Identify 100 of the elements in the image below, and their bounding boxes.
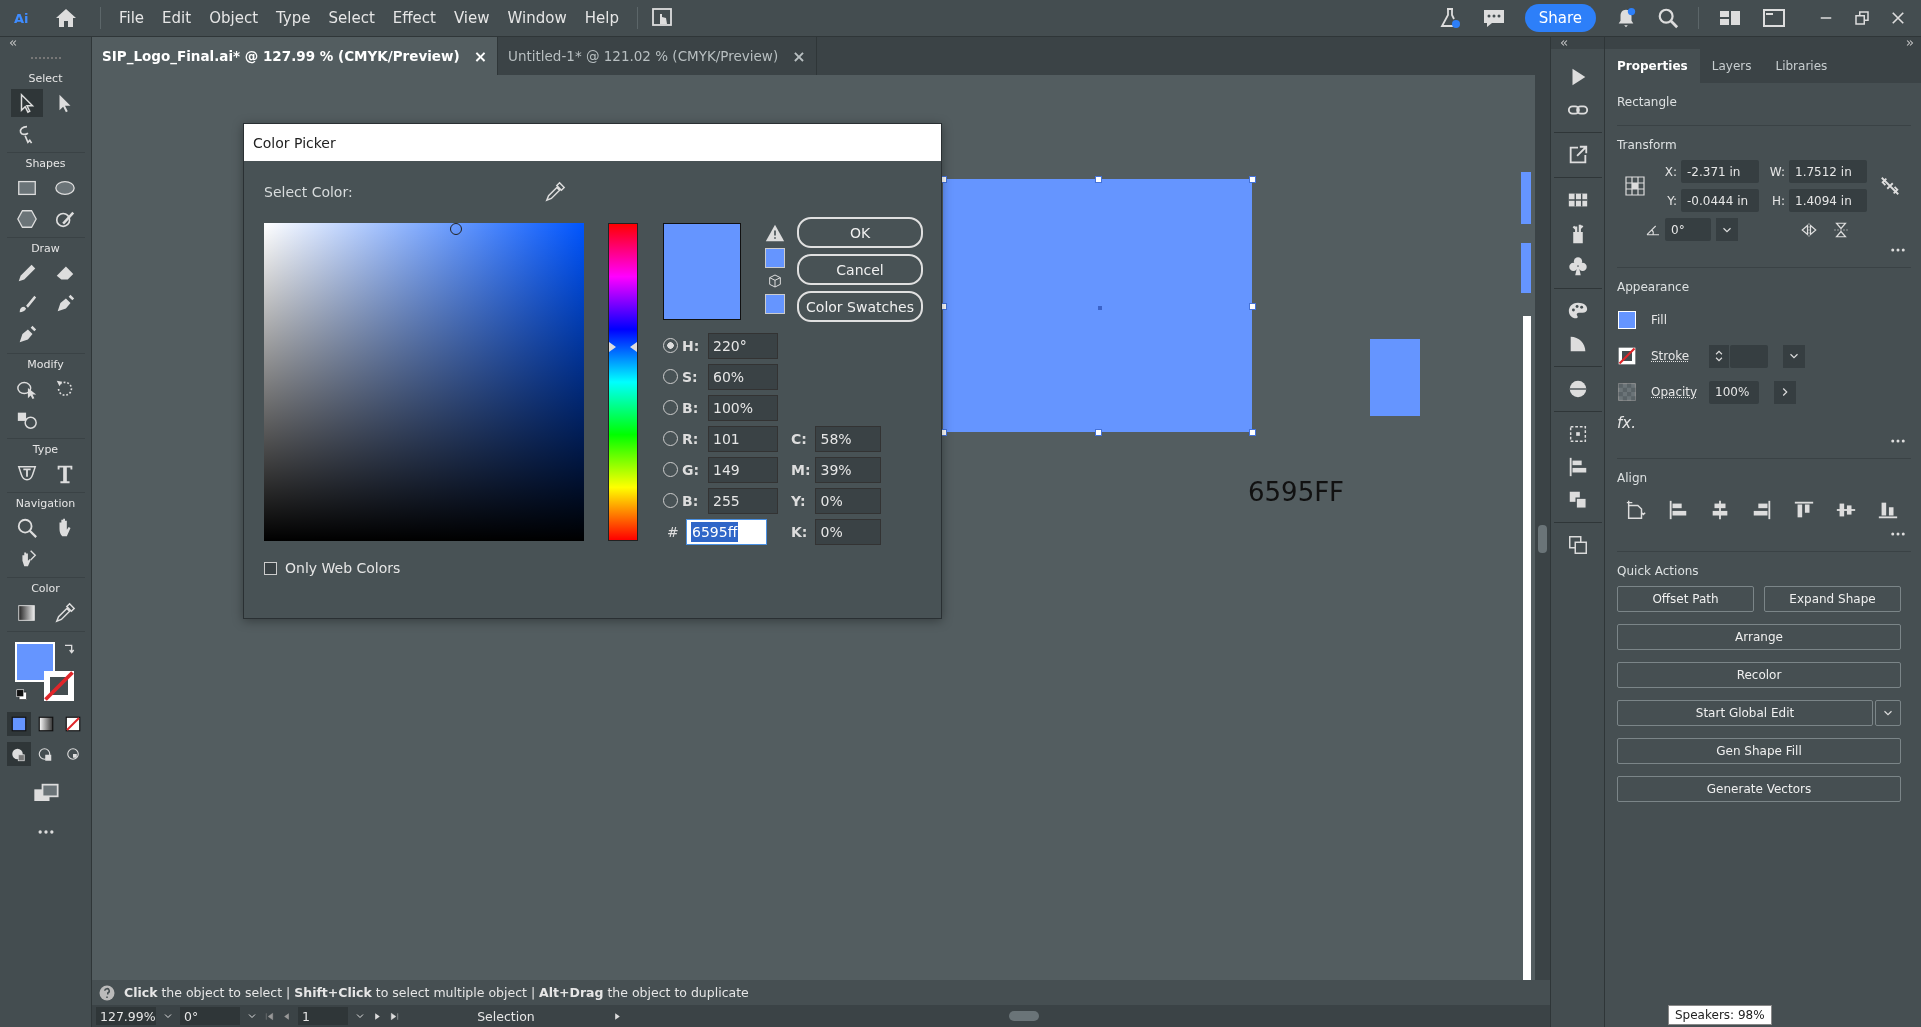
- club-icon[interactable]: [1566, 255, 1589, 277]
- section-title: Appearance: [1617, 280, 1691, 294]
- warning-icon[interactable]: [765, 223, 785, 243]
- value-field[interactable]: 0%: [815, 487, 881, 514]
- dialog-button[interactable]: Color Swatches: [797, 291, 923, 322]
- menu-item[interactable]: Type: [270, 9, 317, 27]
- first-icon[interactable]: [264, 1010, 275, 1022]
- quick-action-button[interactable]: Recolor: [1617, 662, 1901, 688]
- align-to-icon[interactable]: [1625, 499, 1647, 521]
- web-safe-swatch[interactable]: [765, 294, 785, 314]
- menu-item[interactable]: Effect: [386, 9, 442, 27]
- value-field[interactable]: 0%: [815, 518, 881, 545]
- checkbox-label[interactable]: Only Web Colors: [285, 560, 401, 576]
- quick-action-button[interactable]: Start Global Edit: [1617, 700, 1873, 726]
- menu-item[interactable]: Edit: [156, 9, 198, 27]
- align-right-icon[interactable]: [1751, 499, 1773, 521]
- radio-button[interactable]: [663, 338, 678, 353]
- eyedropper-icon[interactable]: [53, 602, 76, 624]
- search-icon[interactable]: [1657, 7, 1679, 29]
- next-icon[interactable]: [372, 1010, 383, 1022]
- hue-slider[interactable]: [608, 223, 638, 541]
- menu-item[interactable]: View: [447, 9, 496, 27]
- eyedropper-icon[interactable]: [544, 181, 566, 203]
- value-field[interactable]: 220°: [708, 332, 778, 359]
- gradient-mode-icon[interactable]: [36, 715, 55, 733]
- color-field[interactable]: [264, 223, 584, 541]
- fill-swatch[interactable]: [1618, 311, 1636, 329]
- panel-tab[interactable]: Layers: [1699, 49, 1764, 83]
- hex-field[interactable]: 6595ff: [686, 518, 767, 545]
- menu-item[interactable]: Window: [501, 9, 573, 27]
- value-field[interactable]: 1.7512 in: [1789, 160, 1867, 183]
- expand-icon[interactable]: [1905, 38, 1915, 48]
- quick-action-button[interactable]: Arrange: [1617, 624, 1901, 650]
- gamut-swatch[interactable]: [765, 248, 785, 268]
- cube-icon[interactable]: [767, 273, 783, 289]
- default-colors-icon[interactable]: [14, 688, 29, 702]
- hexagon-icon[interactable]: [15, 208, 38, 230]
- close-tab-icon[interactable]: ×: [473, 46, 488, 66]
- fill-swatch[interactable]: [14, 642, 55, 682]
- value-field[interactable]: 58%: [815, 425, 881, 452]
- menu-item[interactable]: Help: [578, 9, 625, 27]
- hue-slider-handle[interactable]: [609, 341, 637, 354]
- search-icon[interactable]: [15, 517, 38, 539]
- canvas[interactable]: 6595FF Color Picker Select Color: Only Web Colors OK Cancel Color Swatches H: 220° S: 60% B: 100% R: 101 G: 149 B: 255 # 6595ff C: 58% M: 39% Y: 0% K: 0%: [92, 75, 1535, 980]
- reference-point-icon[interactable]: [1623, 174, 1647, 198]
- value-field[interactable]: 255: [708, 487, 778, 514]
- align-left-icon[interactable]: [1667, 499, 1689, 521]
- previous-icon[interactable]: [281, 1010, 292, 1022]
- value-field[interactable]: 1.4094 in: [1789, 189, 1867, 212]
- help-icon[interactable]: [98, 983, 116, 1002]
- document-tab[interactable]: Untitled-1* @ 121.02 % (CMYK/Preview) ×: [498, 37, 817, 75]
- last-icon[interactable]: [389, 1010, 400, 1022]
- menu-item[interactable]: Object: [203, 9, 265, 27]
- flip-horizontal-icon[interactable]: [1800, 220, 1818, 239]
- close-tab-icon[interactable]: ×: [792, 46, 806, 66]
- opacity-field[interactable]: 100%: [1709, 380, 1759, 404]
- zoom-field[interactable]: 127.99%: [96, 1007, 156, 1025]
- menu-item[interactable]: Select: [322, 9, 381, 27]
- dialog-button[interactable]: OK: [797, 217, 923, 248]
- none-mode-icon[interactable]: [63, 715, 82, 733]
- stroke-link[interactable]: Stroke: [1651, 349, 1695, 363]
- layers-icon[interactable]: [1566, 534, 1589, 556]
- effects-button[interactable]: fx.: [1617, 414, 1636, 432]
- panel-tab[interactable]: Properties: [1605, 49, 1700, 83]
- opacity-link[interactable]: Opacity: [1651, 385, 1695, 399]
- flip-vertical-icon[interactable]: [1832, 220, 1850, 239]
- menu-item[interactable]: File: [113, 9, 151, 27]
- panel-tab[interactable]: Libraries: [1763, 49, 1840, 83]
- panel-layout-icon[interactable]: [1762, 6, 1786, 30]
- next-icon[interactable]: [612, 1010, 623, 1022]
- value-field[interactable]: -2.371 in: [1681, 160, 1759, 183]
- value-field[interactable]: 100%: [708, 394, 778, 421]
- document-tab[interactable]: SIP_Logo_Final.ai* @ 127.99 % (CMYK/Preview) ×: [92, 37, 499, 75]
- gradient-icon[interactable]: [15, 602, 38, 624]
- dropdown-button[interactable]: [1875, 700, 1901, 726]
- close-icon[interactable]: [1889, 9, 1907, 27]
- fill-mode-icon[interactable]: [9, 715, 28, 733]
- unlink-icon[interactable]: [1879, 175, 1901, 197]
- rotation-field[interactable]: 0°: [180, 1007, 240, 1025]
- quick-action-button[interactable]: Generate Vectors: [1617, 776, 1901, 802]
- home-icon[interactable]: [54, 6, 78, 30]
- value-field[interactable]: 60%: [708, 363, 778, 390]
- value-field[interactable]: 39%: [815, 456, 881, 483]
- artboard-field[interactable]: 1: [298, 1007, 348, 1025]
- stroke-none-icon[interactable]: [1617, 346, 1637, 366]
- value-field[interactable]: -0.0444 in: [1681, 189, 1759, 212]
- angle-field[interactable]: 0°: [1665, 218, 1711, 241]
- share-button[interactable]: Share: [1524, 4, 1596, 32]
- quick-action-button[interactable]: Gen Shape Fill: [1617, 738, 1901, 764]
- vertical-scrollbar[interactable]: [1535, 75, 1550, 980]
- value-field[interactable]: 101: [708, 425, 778, 452]
- quick-action-button[interactable]: Offset Path: [1617, 586, 1754, 612]
- checker-icon[interactable]: [1617, 382, 1637, 402]
- checkbox[interactable]: [264, 561, 277, 575]
- collapse-icon[interactable]: [8, 38, 18, 48]
- collapse-icon[interactable]: [1559, 38, 1569, 48]
- quick-action-button[interactable]: Expand Shape: [1764, 586, 1901, 612]
- dialog-button[interactable]: Cancel: [797, 254, 923, 285]
- restore-icon[interactable]: [1853, 9, 1871, 27]
- value-field[interactable]: 149: [708, 456, 778, 483]
